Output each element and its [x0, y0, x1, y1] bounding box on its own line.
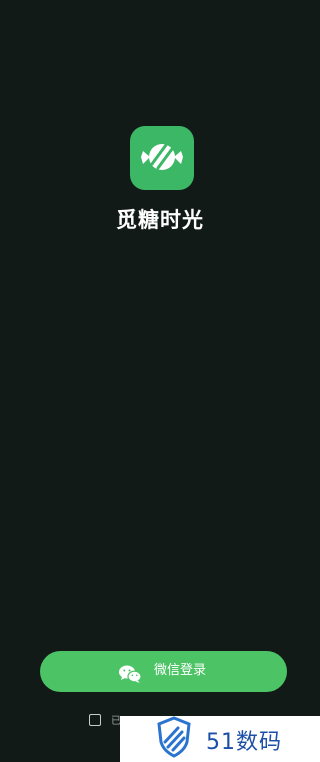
splash-login-screen: 觅糖时光 微信登录 已 51数码 — [0, 0, 320, 762]
agreement-checkbox[interactable] — [89, 714, 101, 726]
watermark-text: 51数码 — [206, 730, 282, 755]
shield-logo-icon — [157, 716, 191, 758]
wechat-login-button[interactable]: 微信登录 — [40, 651, 287, 692]
wechat-login-label: 微信登录 — [154, 663, 207, 678]
app-name: 觅糖时光 — [116, 208, 204, 232]
app-logo-icon — [130, 126, 194, 190]
watermark: 51数码 — [120, 716, 320, 762]
wechat-icon — [119, 665, 142, 683]
